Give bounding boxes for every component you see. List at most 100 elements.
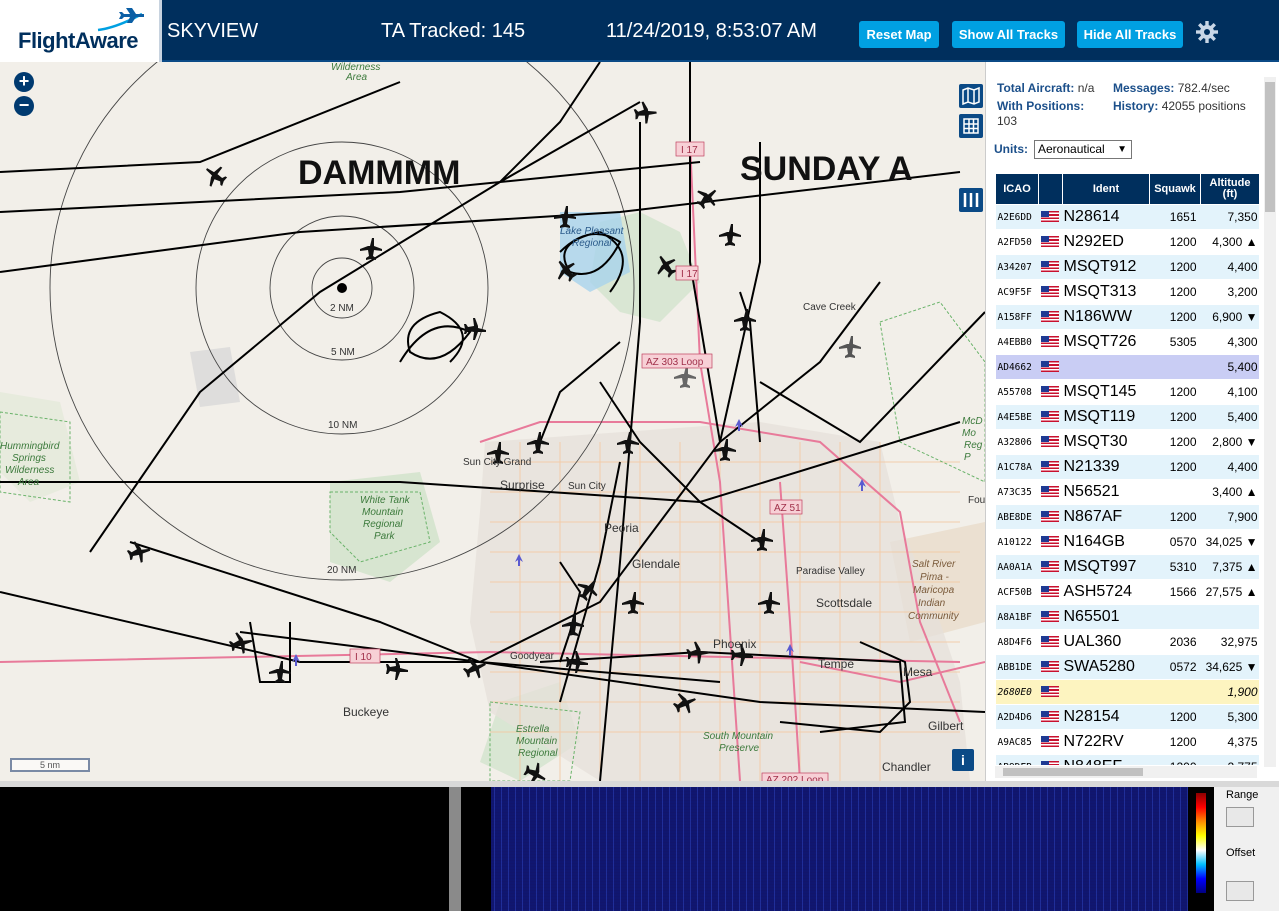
table-row[interactable]: A73C35 N56521 3,400 ▲	[995, 479, 1259, 505]
table-row[interactable]: A4E5BE MSQT119 1200 5,400	[995, 404, 1259, 430]
ta-tracked-count: TA Tracked: 145	[381, 20, 526, 42]
svg-text:Regional: Regional	[572, 238, 612, 249]
svg-text:Indian: Indian	[918, 598, 946, 609]
icao-cell: A8A1BF	[995, 604, 1039, 630]
scrollbar-thumb[interactable]	[1265, 82, 1275, 212]
svg-text:Maricopa: Maricopa	[913, 585, 955, 596]
svg-text:White Tank: White Tank	[360, 495, 411, 506]
column-header-squawk[interactable]: Squawk	[1149, 173, 1201, 205]
icao-cell: A4EBB0	[995, 329, 1039, 355]
altitude-cell: 34,025 ▼	[1200, 529, 1259, 555]
svg-text:Glendale: Glendale	[632, 557, 680, 571]
zoom-out-button[interactable]: −	[14, 96, 34, 116]
table-row[interactable]: A2D4D6 N28154 1200 5,300	[995, 704, 1259, 730]
hide-all-tracks-button[interactable]: Hide All Tracks	[1077, 21, 1183, 48]
squawk-cell	[1149, 479, 1201, 505]
table-row[interactable]: A32806 MSQT30 1200 2,800 ▼	[995, 429, 1259, 455]
column-header-icao[interactable]: ICAO	[995, 173, 1039, 205]
receiver-site-marker	[337, 283, 347, 293]
flag-cell	[1038, 629, 1063, 655]
table-row[interactable]: A2FD50 N292ED 1200 4,300 ▲	[995, 229, 1259, 255]
ident-cell: N292ED	[1062, 229, 1150, 255]
table-row[interactable]: A8A1BF N65501	[995, 604, 1259, 630]
svg-text:20 NM: 20 NM	[327, 565, 356, 576]
svg-text:Park: Park	[374, 531, 396, 542]
table-row[interactable]: AC9F5F MSQT313 1200 3,200	[995, 279, 1259, 305]
flag-cell	[1038, 254, 1063, 280]
svg-text:Regional: Regional	[518, 748, 558, 759]
altitude-cell: 7,900	[1200, 504, 1259, 530]
table-row[interactable]: ABB1DE SWA5280 0572 34,625 ▼	[995, 654, 1259, 680]
table-row[interactable]: A4EBB0 MSQT726 5305 4,300	[995, 329, 1259, 355]
reset-map-button[interactable]: Reset Map	[859, 21, 939, 48]
squawk-cell: 1200	[1149, 279, 1201, 305]
table-vertical-scrollbar[interactable]	[1264, 77, 1276, 767]
grid-overlay-button[interactable]	[959, 114, 983, 138]
ident-cell: MSQT119	[1062, 404, 1150, 430]
table-row[interactable]: AB9DFB N848EF12002,775	[995, 754, 1259, 765]
svg-text:Mo: Mo	[962, 428, 976, 439]
table-row[interactable]: ACF50B ASH5724 1566 27,575 ▲	[995, 579, 1259, 605]
flag-cell	[1038, 729, 1063, 755]
offset-slider[interactable]	[1226, 881, 1254, 901]
flag-cell	[1038, 454, 1063, 480]
table-row[interactable]: A34207 MSQT912 1200 4,400	[995, 254, 1259, 280]
table-horizontal-scrollbar[interactable]	[995, 766, 1257, 778]
icao-cell: A158FF	[995, 304, 1039, 330]
squawk-cell	[1149, 354, 1201, 380]
ident-cell: MSQT997	[1062, 554, 1150, 580]
flag-cell	[1038, 579, 1063, 605]
table-row[interactable]: A8D4F6 UAL360 2036 32,975	[995, 629, 1259, 655]
units-select[interactable]: Aeronautical ▼	[1034, 140, 1132, 159]
map-view[interactable]: Wilderness Area Lake Pleasant Regional C…	[0, 62, 985, 781]
map-layers-button[interactable]	[959, 84, 983, 108]
table-row[interactable]: AD4662 5,400	[995, 354, 1259, 380]
svg-text:Salt River: Salt River	[912, 559, 956, 570]
zoom-in-button[interactable]: +	[14, 72, 34, 92]
flag-cell	[1038, 204, 1063, 230]
with-positions-value: 103	[997, 114, 1018, 128]
waterfall-splitter[interactable]	[449, 787, 461, 911]
table-row[interactable]: 2680E0 1,900	[995, 679, 1259, 705]
column-header-altitude[interactable]: Altitude (ft)	[1200, 173, 1259, 205]
altitude-cell: 2,800 ▼	[1200, 429, 1259, 455]
column-toggle-button[interactable]	[959, 188, 983, 212]
icao-cell: ABE8DE	[995, 504, 1039, 530]
table-row[interactable]: A1C78A N21339 1200 4,400	[995, 454, 1259, 480]
flag-cell	[1038, 754, 1063, 765]
svg-text:I 17: I 17	[681, 145, 698, 156]
column-header-flag[interactable]	[1038, 173, 1063, 205]
history-value: 42055 positions	[1161, 99, 1246, 113]
table-row[interactable]: A9AC85 N722RV 1200 4,375	[995, 729, 1259, 755]
gear-icon[interactable]	[1195, 20, 1219, 44]
show-all-tracks-button[interactable]: Show All Tracks	[952, 21, 1065, 48]
table-row[interactable]: ABE8DE N867AF 1200 7,900	[995, 504, 1259, 530]
column-header-ident[interactable]: Ident	[1062, 173, 1150, 205]
squawk-cell: 1200	[1149, 404, 1201, 430]
altitude-cell: 7,375 ▲	[1200, 554, 1259, 580]
info-button[interactable]: i	[952, 749, 974, 771]
flag-cell	[1038, 704, 1063, 730]
table-row[interactable]: A158FF N186WW 1200 6,900 ▼	[995, 304, 1259, 330]
us-flag-icon	[1040, 336, 1059, 348]
scrollbar-thumb[interactable]	[1003, 768, 1143, 776]
table-row[interactable]: A55708 MSQT145 1200 4,100	[995, 379, 1259, 405]
squawk-cell: 1200	[1149, 504, 1201, 530]
offset-label: Offset	[1226, 847, 1256, 859]
icao-cell: A2D4D6	[995, 704, 1039, 730]
aircraft-table-container[interactable]: ICAO Ident Squawk Altitude (ft) A2E6DD N2…	[995, 173, 1259, 765]
ident-cell	[1062, 354, 1150, 380]
svg-text:McD: McD	[962, 416, 983, 427]
svg-text:Lake Pleasant: Lake Pleasant	[560, 226, 625, 237]
svg-text:10 NM: 10 NM	[328, 420, 357, 431]
table-row[interactable]: A10122 N164GB 0570 34,025 ▼	[995, 529, 1259, 555]
flightaware-logo[interactable]: FlightAware	[0, 0, 162, 62]
squawk-cell: 1200	[1149, 704, 1201, 730]
table-row[interactable]: A2E6DD N28614 1651 7,350	[995, 204, 1259, 230]
flag-cell	[1038, 554, 1063, 580]
range-slider[interactable]	[1226, 807, 1254, 827]
annotation-text-2: SUNDAY A	[740, 150, 913, 188]
flag-cell	[1038, 379, 1063, 405]
table-row[interactable]: AA0A1A MSQT997 5310 7,375 ▲	[995, 554, 1259, 580]
svg-text:Pima -: Pima -	[920, 572, 950, 583]
